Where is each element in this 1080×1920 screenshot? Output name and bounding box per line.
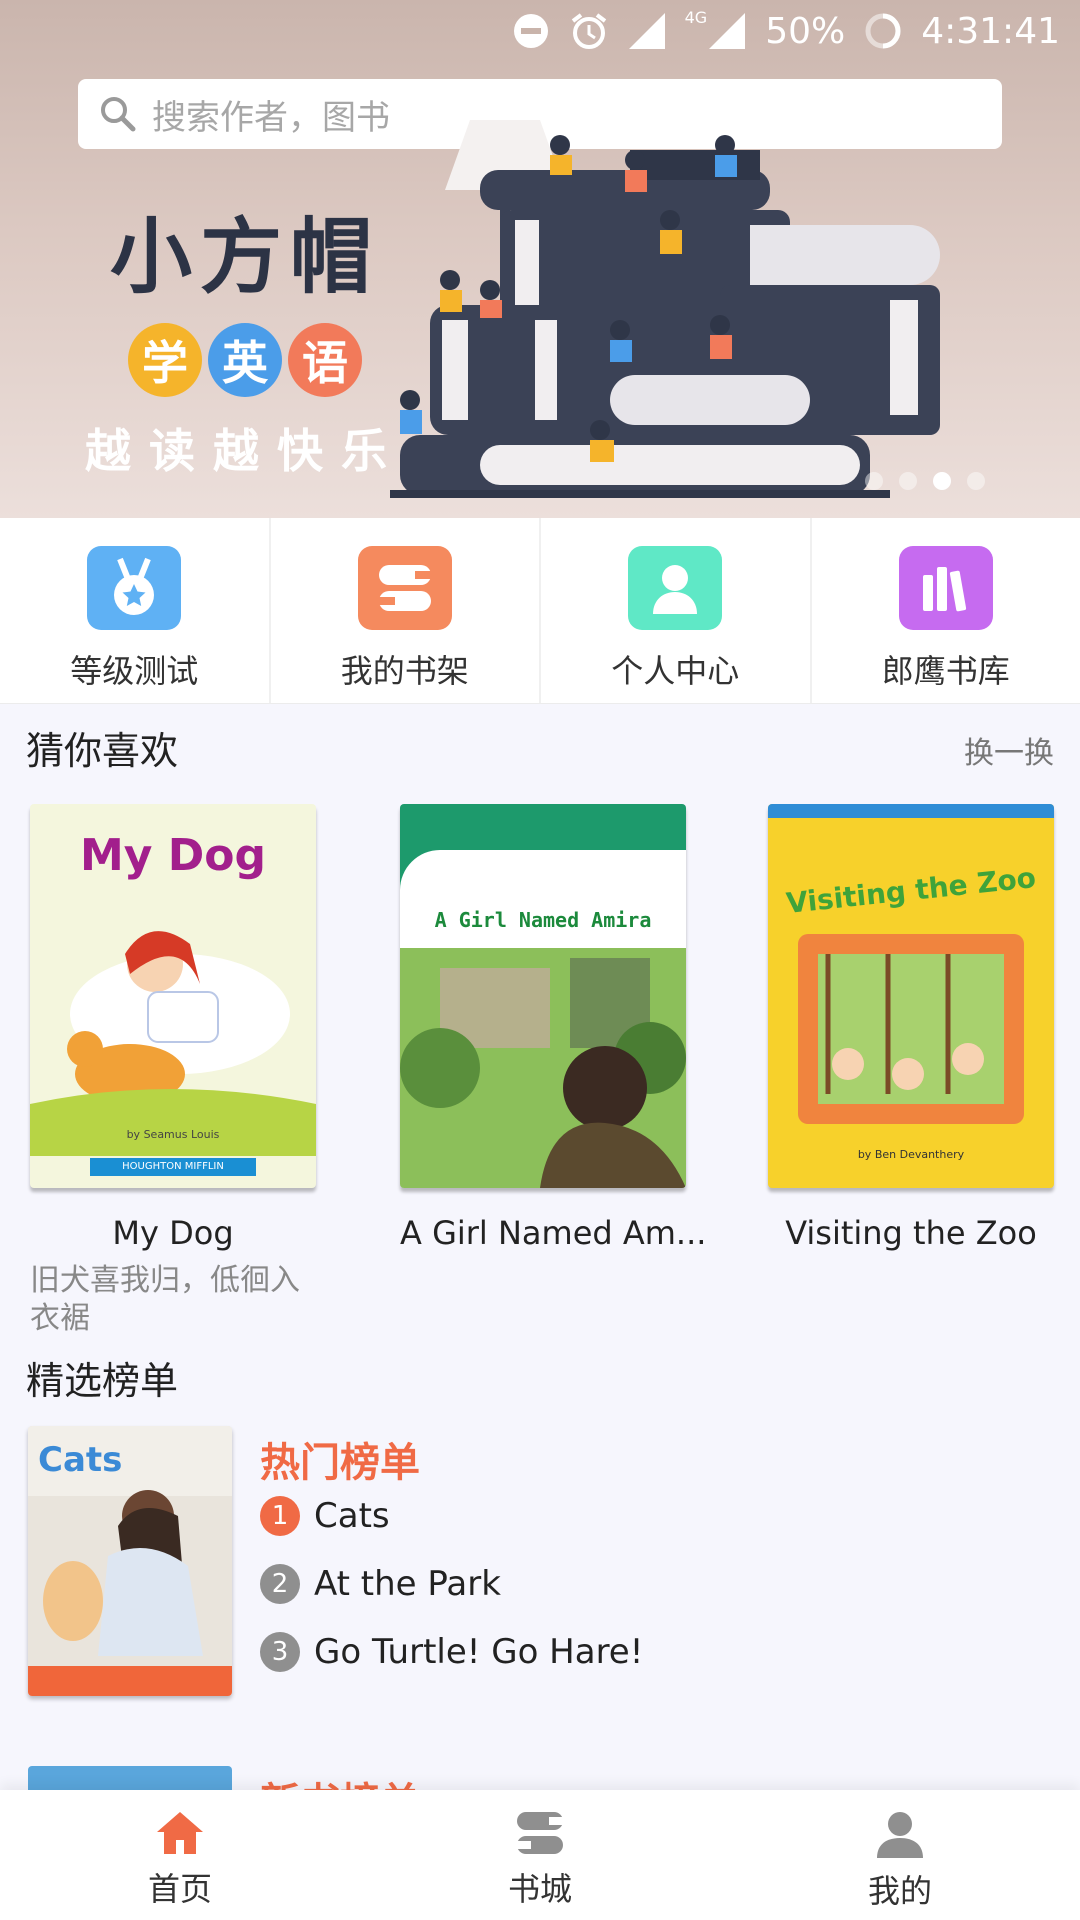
cover-publisher: HOUGHTON MIFFLIN xyxy=(90,1158,256,1176)
carousel-dot-active[interactable] xyxy=(933,472,951,490)
carousel-dot[interactable] xyxy=(865,472,883,490)
alarm-icon xyxy=(571,13,606,49)
nav-bookstore[interactable]: 书城 xyxy=(360,1790,720,1920)
banner-circle-2: 英 xyxy=(208,323,282,397)
banner-circles: 学 英 语 xyxy=(80,323,410,397)
ranking-head-hot[interactable]: 热门榜单 xyxy=(260,1430,420,1488)
search-placeholder: 搜索作者，图书 xyxy=(152,97,390,138)
carousel-dot[interactable] xyxy=(899,472,917,490)
rank-title: Go Turtle! Go Hare! xyxy=(314,1632,644,1672)
refresh-button[interactable]: 换一换 xyxy=(964,728,1054,772)
ranking-row[interactable]: 2 At the Park xyxy=(260,1564,501,1604)
quick-item-personal-center[interactable]: 个人中心 xyxy=(541,518,812,703)
person-icon xyxy=(628,546,723,630)
nav-label: 书城 xyxy=(507,1870,572,1908)
cover-title: Cats xyxy=(38,1440,123,1480)
quick-item-label: 郎鹰书库 xyxy=(881,652,1010,690)
banner-slogan: 越读越快乐 xyxy=(85,424,405,478)
rank-title: Cats xyxy=(314,1496,390,1536)
bottom-nav: 首页 书城 我的 xyxy=(0,1790,1080,1920)
book-cover[interactable]: A Girl Named Amira xyxy=(400,804,686,1188)
book-title: A Girl Named Am... xyxy=(400,1214,707,1252)
banner-title: 小方帽 xyxy=(109,210,380,305)
nav-label: 首页 xyxy=(147,1870,212,1908)
battery-icon xyxy=(865,13,901,49)
search-icon xyxy=(101,97,136,132)
book-card[interactable]: Visiting the Zoo by Ben Devanthery Visit… xyxy=(768,804,1054,1252)
book-title: Visiting the Zoo xyxy=(785,1214,1037,1252)
nav-label: 我的 xyxy=(867,1872,932,1910)
rank-number: 1 xyxy=(260,1496,300,1536)
book-card[interactable]: My Dog by Seamus Louis HOUGHTON MIFFLIN … xyxy=(30,804,316,1338)
cover-credit: by Seamus Louis xyxy=(126,1128,220,1141)
bookshelf-icon xyxy=(357,546,452,630)
signal-icon-2 xyxy=(709,13,746,49)
cover-illustration xyxy=(798,934,1024,1124)
network-label: 4G xyxy=(684,7,708,27)
medal-icon xyxy=(87,546,182,630)
home-icon xyxy=(157,1812,203,1854)
cover-title: A Girl Named Amira xyxy=(434,908,652,932)
recommend-title: 猜你喜欢 xyxy=(26,729,179,773)
quick-item-label: 我的书架 xyxy=(340,652,469,690)
cover-illustration xyxy=(400,948,686,1188)
nav-home[interactable]: 首页 xyxy=(0,1790,360,1920)
carousel-dot[interactable] xyxy=(967,472,985,490)
cover-credit: by Ben Devanthery xyxy=(857,1148,965,1161)
banner-circle-1: 学 xyxy=(128,323,202,397)
banner-circle-3: 语 xyxy=(288,323,362,397)
battery-percent: 50% xyxy=(765,10,846,52)
rank-number: 3 xyxy=(260,1632,300,1672)
banner-brand: 小方帽 学 英 语 越读越快乐 xyxy=(80,190,410,481)
status-bar: 4G 50% 4:31:41 xyxy=(511,8,1060,54)
dnd-icon xyxy=(513,14,548,48)
library-icon xyxy=(898,546,993,630)
bookstore-icon xyxy=(517,1812,563,1854)
book-cover[interactable]: My Dog by Seamus Louis HOUGHTON MIFFLIN xyxy=(30,804,316,1188)
quick-item-level-test[interactable]: 等级测试 xyxy=(0,518,271,703)
quick-item-label: 等级测试 xyxy=(70,652,199,690)
ranking-title: 精选榜单 xyxy=(26,1359,179,1403)
clock: 4:31:41 xyxy=(921,10,1060,52)
quick-item-label: 个人中心 xyxy=(611,652,740,690)
nav-profile[interactable]: 我的 xyxy=(720,1790,1080,1920)
ranking-row[interactable]: 1 Cats xyxy=(260,1496,390,1536)
quick-menu: 等级测试 我的书架 个人中心 郎鹰书库 xyxy=(0,518,1080,704)
carousel-indicator[interactable] xyxy=(865,472,985,490)
book-title: My Dog xyxy=(112,1214,234,1252)
ranking-cover[interactable]: Cats xyxy=(28,1426,232,1696)
signal-icon xyxy=(628,13,665,49)
book-description: 旧犬喜我归，低徊入衣裾 xyxy=(30,1263,300,1336)
ranking-row[interactable]: 3 Go Turtle! Go Hare! xyxy=(260,1632,643,1672)
banner[interactable]: 4G 50% 4:31:41 搜索作者，图书 小方帽 学 英 语 越读越快乐 xyxy=(0,0,1080,518)
rank-title: At the Park xyxy=(314,1564,501,1604)
quick-item-library[interactable]: 郎鹰书库 xyxy=(812,518,1080,703)
book-card[interactable]: A Girl Named Amira A Girl Named Am... xyxy=(400,804,707,1252)
banner-illustration xyxy=(390,120,940,498)
quick-item-bookshelf[interactable]: 我的书架 xyxy=(271,518,541,703)
book-cover[interactable]: Visiting the Zoo by Ben Devanthery xyxy=(768,804,1054,1188)
rank-number: 2 xyxy=(260,1564,300,1604)
profile-icon xyxy=(877,1812,923,1858)
